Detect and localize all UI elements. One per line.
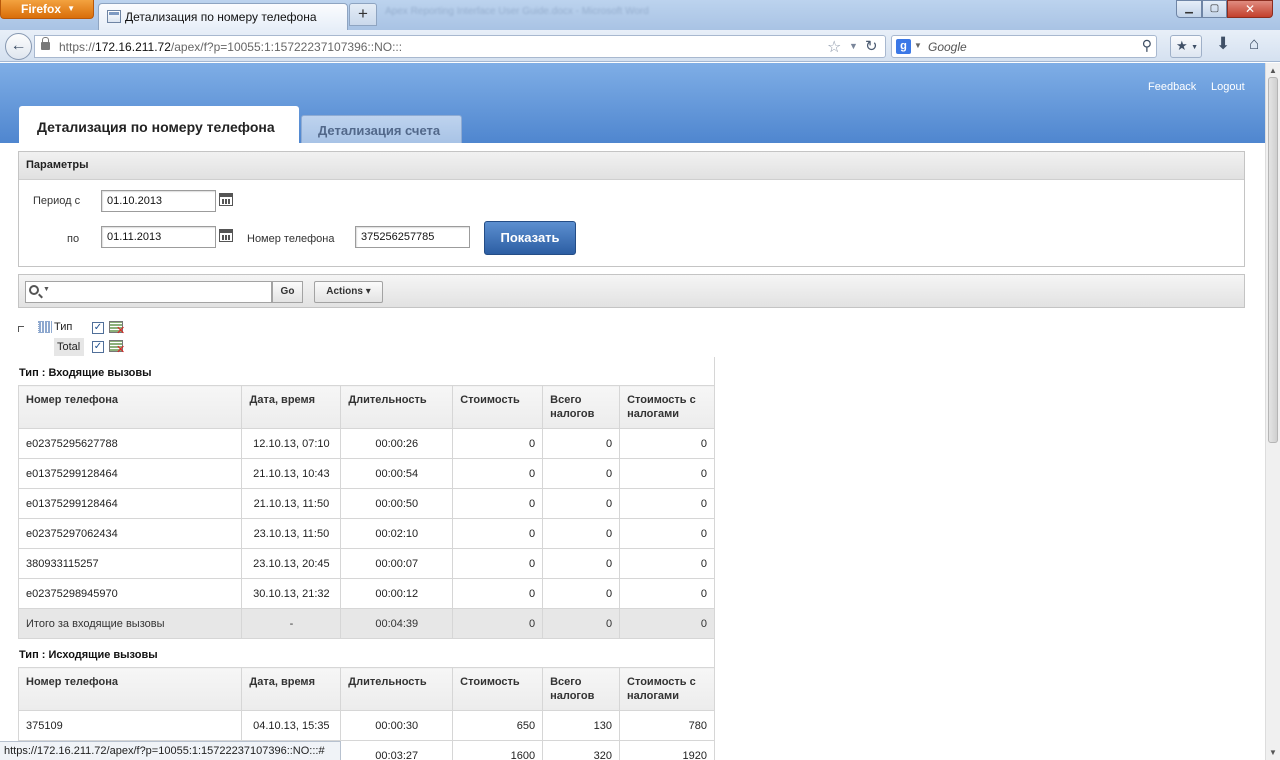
go-button[interactable]: Go [272, 281, 303, 303]
period-to-label: по [67, 233, 80, 245]
logout-link[interactable]: Logout [1211, 81, 1245, 93]
bookmarks-icon: ★ [1176, 38, 1188, 53]
remove-filter-icon[interactable] [109, 321, 126, 337]
window-maximize-button[interactable]: ▢ [1202, 0, 1227, 18]
chevron-down-icon: ▼ [1191, 44, 1198, 51]
table-row: e01375299128464 21.10.13, 10:43 00:00:54 0 0… [17, 458, 715, 489]
report-search-input[interactable]: ▼ [25, 281, 272, 303]
phone-label: Номер телефона [247, 233, 335, 245]
column-header-datetime[interactable]: Дата, время [241, 385, 342, 429]
column-header-duration[interactable]: Длительность [340, 385, 454, 429]
column-header-cost-with-taxes[interactable]: Стоимость с налогами [619, 667, 715, 711]
vertical-scrollbar[interactable]: ▲ ▼ [1265, 63, 1280, 760]
window-close-button[interactable]: ✕ [1227, 0, 1273, 18]
firefox-menu-label: Firefox [21, 2, 62, 16]
new-tab-button[interactable]: + [349, 3, 377, 26]
url-bar[interactable]: https://172.16.211.72/apex/f?p=10055:1:1… [34, 35, 886, 58]
column-header-taxes[interactable]: Всего налогов [542, 385, 621, 429]
search-bar[interactable]: g ▼ Google ⚲ [891, 35, 1157, 58]
column-header-cost[interactable]: Стоимость [452, 385, 544, 429]
table-row: 375109 04.10.13, 15:35 00:00:30 650 130 780 [17, 710, 715, 741]
period-from-input[interactable]: 01.10.2013 [101, 190, 216, 212]
table-row: 380933115257 23.10.13, 20:45 00:00:07 0 0 0 [17, 548, 715, 579]
control-break-label: Тип [54, 321, 73, 333]
remove-filter-icon[interactable] [109, 340, 126, 356]
column-header-phone[interactable]: Номер телефона [17, 385, 243, 429]
page-favicon-icon [107, 10, 121, 23]
column-header-cost-with-taxes[interactable]: Стоимость с налогами [619, 385, 715, 429]
table-row: e01375299128464 21.10.13, 11:50 00:00:50 0 0… [17, 488, 715, 519]
chevron-down-icon: ▼ [67, 4, 75, 13]
app-header: Feedback Logout Детализация по номеру те… [0, 63, 1265, 144]
tab-phone-details[interactable]: Детализация по номеру телефона [19, 106, 299, 144]
table-row: e02375298945970 30.10.13, 21:32 00:00:12 0 0… [17, 578, 715, 609]
bookmarks-button[interactable]: ★ ▼ [1170, 35, 1202, 58]
scroll-down-icon[interactable]: ▼ [1269, 748, 1277, 757]
window-titlebar: Firefox ▼ Детализация по номеру телефона… [0, 0, 1280, 30]
total-label: Total [54, 338, 84, 356]
parameters-title: Параметры [19, 152, 1244, 180]
column-header-duration[interactable]: Длительность [340, 667, 454, 711]
period-from-label: Период с [33, 195, 81, 207]
url-text: https://172.16.211.72/apex/f?p=10055:1:1… [59, 40, 403, 54]
report-toolbar: ▼ Go Actions ▾ [18, 274, 1245, 308]
background-window-title: Apex Reporting Interface User Guide.docx… [385, 6, 649, 17]
home-icon[interactable]: ⌂ [1249, 34, 1259, 54]
control-break-icon [38, 321, 52, 333]
star-icon[interactable]: ☆ [827, 37, 841, 57]
actions-menu-button[interactable]: Actions ▾ [314, 281, 383, 303]
parameters-region: Параметры Период с 01.10.2013 по 01.11.2… [18, 151, 1245, 267]
table-row: e02375295627788 12.10.13, 07:10 00:00:26 0 0… [17, 428, 715, 459]
browser-tab-title: Детализация по номеру телефона [125, 10, 317, 24]
column-header-cost[interactable]: Стоимость [452, 667, 544, 711]
report-region: Тип : Входящие вызовы Номер телефона Дат… [17, 357, 715, 760]
tab-account-details[interactable]: Детализация счета [301, 115, 462, 143]
back-arrow-icon: ← [10, 37, 27, 54]
magnifier-icon[interactable]: ⚲ [1142, 37, 1152, 54]
search-placeholder: Google [928, 40, 967, 54]
status-bar-url: https://172.16.211.72/apex/f?p=10055:1:1… [0, 741, 341, 760]
page-viewport: Feedback Logout Детализация по номеру те… [0, 63, 1265, 760]
column-header-phone[interactable]: Номер телефона [17, 667, 243, 711]
column-header-taxes[interactable]: Всего налогов [542, 667, 621, 711]
browser-tab[interactable]: Детализация по номеру телефона [98, 3, 348, 30]
control-break-checkbox[interactable]: ✓ [92, 322, 104, 334]
phone-input[interactable]: 375256257785 [355, 226, 470, 248]
calendar-icon[interactable] [219, 229, 233, 242]
calendar-icon[interactable] [219, 193, 233, 206]
incoming-calls-table: Номер телефона Дата, время Длительность … [17, 385, 715, 639]
chevron-down-icon[interactable]: ▼ [43, 286, 50, 293]
back-button[interactable]: ← [5, 33, 32, 60]
reload-icon[interactable]: ↻ [865, 37, 878, 55]
google-icon[interactable]: g [896, 39, 911, 54]
total-checkbox[interactable]: ✓ [92, 341, 104, 353]
group-header-incoming: Тип : Входящие вызовы [18, 357, 715, 385]
collapse-icon[interactable] [18, 326, 24, 332]
scrollbar-thumb[interactable] [1268, 77, 1278, 443]
column-header-datetime[interactable]: Дата, время [241, 667, 342, 711]
window-minimize-button[interactable]: ▁ [1176, 0, 1202, 18]
firefox-menu-button[interactable]: Firefox ▼ [0, 0, 94, 19]
group-header-outgoing: Тип : Исходящие вызовы [18, 639, 715, 667]
download-icon[interactable]: ⬇ [1216, 34, 1230, 54]
total-row: Итого за входящие вызовы -00:04:39 0 0 0 [17, 608, 715, 639]
chevron-down-icon[interactable]: ▼ [914, 41, 922, 50]
scroll-up-icon[interactable]: ▲ [1269, 66, 1277, 75]
navigation-toolbar: ← https://172.16.211.72/apex/f?p=10055:1… [0, 30, 1280, 62]
feedback-link[interactable]: Feedback [1148, 81, 1196, 93]
lock-icon [41, 37, 50, 50]
period-to-input[interactable]: 01.11.2013 [101, 226, 216, 248]
search-icon[interactable] [29, 285, 39, 295]
table-row: e02375297062434 23.10.13, 11:50 00:02:10 0 0… [17, 518, 715, 549]
report-settings: Тип ✓ Total ✓ [18, 318, 138, 358]
chevron-down-icon[interactable]: ▼ [849, 41, 858, 51]
show-button[interactable]: Показать [484, 221, 576, 255]
